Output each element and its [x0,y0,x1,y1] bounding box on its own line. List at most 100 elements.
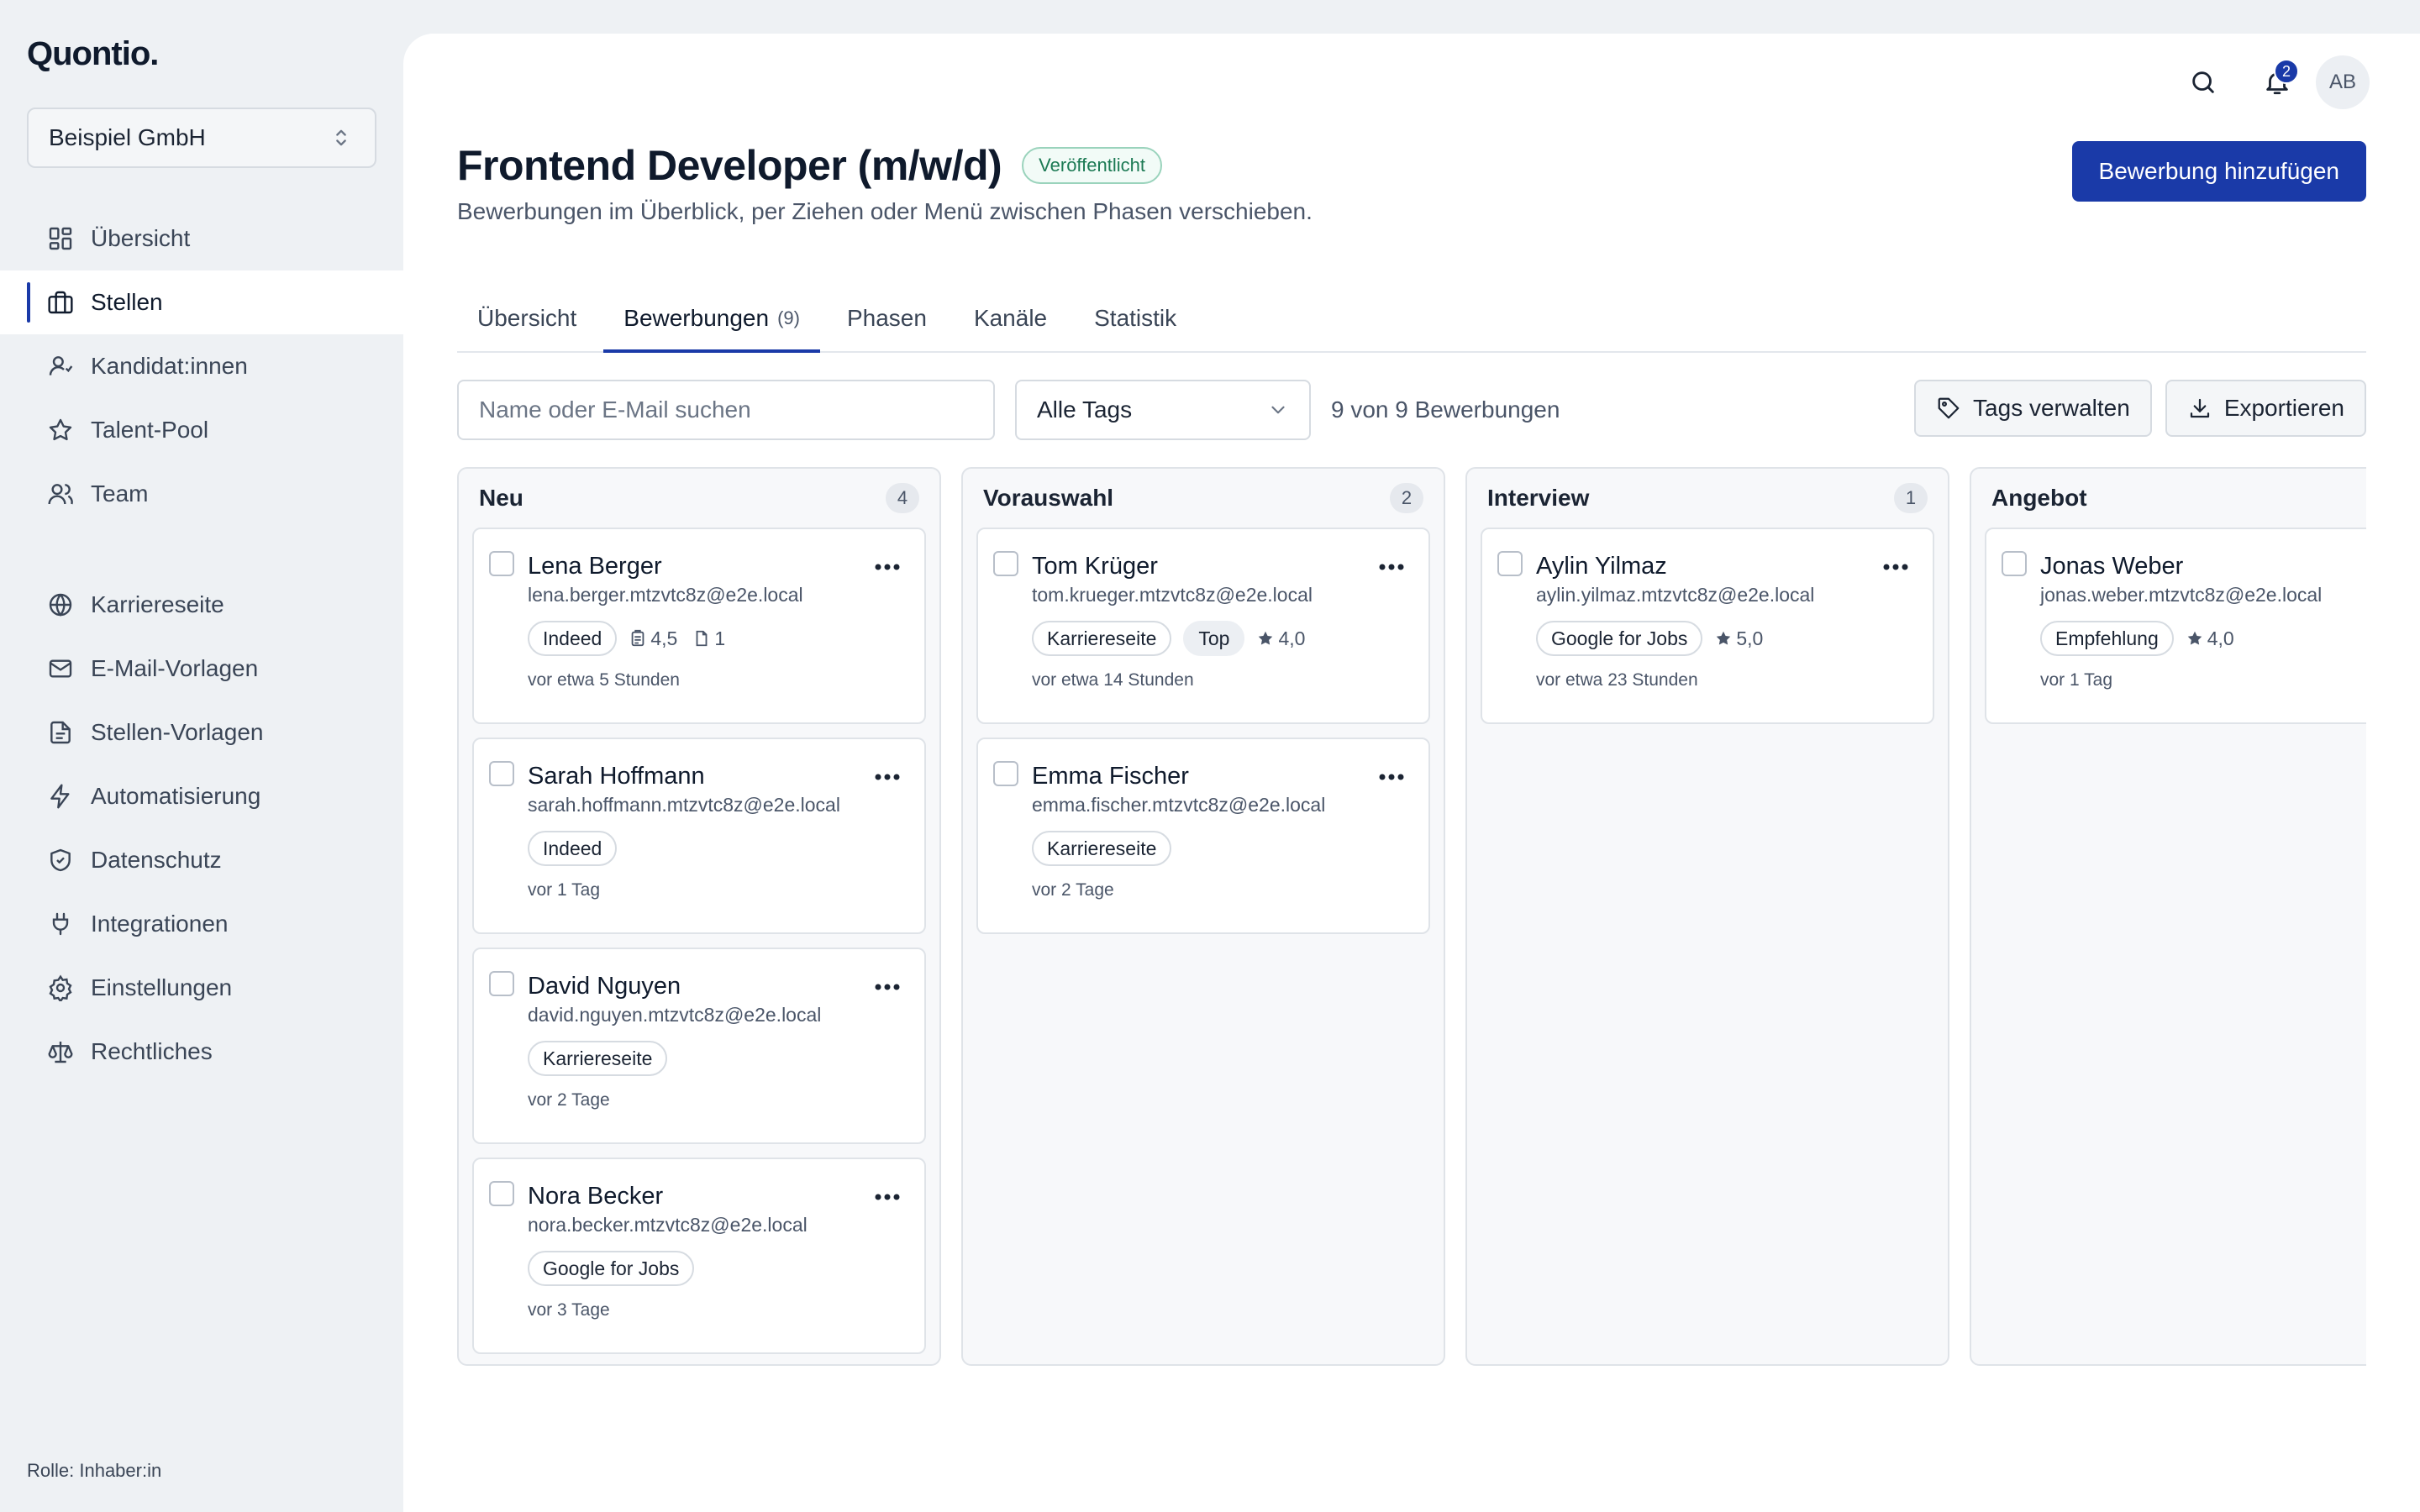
more-options-icon[interactable] [1882,563,1909,571]
column-angebot: Angebot Jonas Weber jonas.weber.mtzvtc8z… [1970,467,2366,1366]
card-meta: Indeed [528,830,904,867]
select-checkbox[interactable] [2002,551,2027,576]
candidate-name: Emma Fischer [1032,763,1189,790]
rating-value: 5,0 [1736,627,1764,649]
star-icon [1259,631,1273,645]
result-count: 9 von 9 Bewerbungen [1331,396,1560,423]
rating-value: 4,0 [1278,627,1306,649]
select-checkbox[interactable] [489,761,514,786]
sidebar-item-label: Automatisierung [91,783,261,809]
card-meta: Karriereseite [528,1040,904,1077]
plug-icon [47,911,91,937]
sidebar-item-label: Übersicht [91,225,191,251]
application-card[interactable]: Jonas Weber jonas.weber.mtzvtc8z@e2e.loc… [1985,528,2366,724]
sidebar-item-integrationen[interactable]: Integrationen [0,892,403,956]
application-card[interactable]: Tom Krüger tom.krueger.mtzvtc8z@e2e.loca… [976,528,1430,724]
tag-filter-select[interactable]: Alle Tags [1015,380,1311,440]
organization-select[interactable]: Beispiel GmbH [27,108,376,168]
more-options-icon[interactable] [1378,773,1405,781]
more-options-icon[interactable] [874,1193,901,1201]
chevron-down-icon [1267,399,1289,421]
toolbar-actions: Tags verwalten Exportieren [1914,380,2366,437]
column-interview: Interview 1 Aylin Yilmaz aylin.yilmaz.mt… [1465,467,1949,1366]
sidebar-item-stellen-vorlagen[interactable]: Stellen-Vorlagen [0,701,403,764]
page-subtitle: Bewerbungen im Überblick, per Ziehen ode… [457,198,1313,224]
card-timestamp: vor 3 Tage [528,1300,610,1320]
card-list: Aylin Yilmaz aylin.yilmaz.mtzvtc8z@e2e.l… [1467,528,1948,724]
more-options-icon[interactable] [1378,563,1405,571]
avatar[interactable]: AB [2316,55,2370,109]
column-title: Interview [1487,485,1590,511]
tab-kanaele[interactable]: Kanäle [954,286,1067,351]
application-card[interactable]: Aylin Yilmaz aylin.yilmaz.mtzvtc8z@e2e.l… [1481,528,1934,724]
star-icon [2187,631,2202,645]
application-card[interactable]: David Nguyen david.nguyen.mtzvtc8z@e2e.l… [472,948,926,1144]
manage-tags-button[interactable]: Tags verwalten [1914,380,2152,437]
card-timestamp: vor etwa 23 Stunden [1536,670,1698,690]
search-input[interactable] [457,380,995,440]
tab-label: Phasen [846,305,927,331]
column-neu: Neu 4 Lena Berger lena.berger.mtzvtc8z@e… [457,467,941,1366]
sidebar-item-stellen[interactable]: Stellen [0,270,403,334]
notifications-button[interactable]: 2 [2250,55,2304,109]
column-header: Vorauswahl 2 [963,469,1444,528]
tab-statistik[interactable]: Statistik [1074,286,1197,351]
sidebar-item-team[interactable]: Team [0,462,403,526]
tab-label: Kanäle [973,305,1048,331]
brand-logo[interactable]: Quontio. [27,35,159,73]
tab-bewerbungen[interactable]: Bewerbungen (9) [603,286,820,353]
column-header: Angebot [1971,469,2366,528]
column-vorauswahl: Vorauswahl 2 Tom Krüger tom.krueger.mtzv… [961,467,1445,1366]
sidebar: Quontio. Beispiel GmbH Übersicht Stellen… [0,0,403,1512]
tab-uebersicht[interactable]: Übersicht [457,286,597,351]
select-checkbox[interactable] [993,761,1018,786]
application-card[interactable]: Lena Berger lena.berger.mtzvtc8z@e2e.loc… [472,528,926,724]
select-checkbox[interactable] [489,1181,514,1206]
candidate-name: Aylin Yilmaz [1536,553,1667,580]
candidate-email: nora.becker.mtzvtc8z@e2e.local [528,1214,808,1236]
select-checkbox[interactable] [1497,551,1523,576]
document-rating-value: 4,5 [650,627,678,649]
export-button[interactable]: Exportieren [2165,380,2366,437]
application-card[interactable]: Nora Becker nora.becker.mtzvtc8z@e2e.loc… [472,1158,926,1354]
file-count-value: 1 [714,627,726,649]
candidate-email: jonas.weber.mtzvtc8z@e2e.local [2040,584,2323,606]
application-card[interactable]: Emma Fischer emma.fischer.mtzvtc8z@e2e.l… [976,738,1430,934]
search-button[interactable] [2176,55,2230,109]
sidebar-item-kandidatinnen[interactable]: Kandidat:innen [0,334,403,398]
dashboard-icon [47,225,91,252]
select-checkbox[interactable] [489,971,514,996]
board-toolbar: Alle Tags 9 von 9 Bewerbungen Tags verwa… [457,380,2366,440]
sidebar-item-datenschutz[interactable]: Datenschutz [0,828,403,892]
sidebar-item-label: Talent-Pool [91,417,209,443]
sidebar-item-automatisierung[interactable]: Automatisierung [0,764,403,828]
tag-icon [1936,396,1973,421]
source-chip: Karriereseite [1032,831,1172,866]
more-options-icon[interactable] [874,983,901,991]
tab-phasen[interactable]: Phasen [827,286,947,351]
document-rating: 4,5 [629,627,677,650]
sidebar-item-karriereseite[interactable]: Karriereseite [0,573,403,637]
star-icon [47,417,91,444]
select-checkbox[interactable] [993,551,1018,576]
more-options-icon[interactable] [874,773,901,781]
sidebar-item-talent-pool[interactable]: Talent-Pool [0,398,403,462]
add-application-button[interactable]: Bewerbung hinzufügen [2071,141,2366,202]
sidebar-item-email-vorlagen[interactable]: E-Mail-Vorlagen [0,637,403,701]
sidebar-item-einstellungen[interactable]: Einstellungen [0,956,403,1020]
card-meta: Google for Jobs 5,0 [1536,620,1912,657]
sidebar-item-rechtliches[interactable]: Rechtliches [0,1020,403,1084]
manage-tags-label: Tags verwalten [1973,395,2130,421]
more-options-icon[interactable] [874,563,901,571]
select-checkbox[interactable] [489,551,514,576]
card-meta: Empfehlung 4,0 [2040,620,2366,657]
card-timestamp: vor 1 Tag [2040,670,2112,690]
shield-icon [47,847,91,874]
file-count: 1 [692,627,725,650]
application-card[interactable]: Sarah Hoffmann sarah.hoffmann.mtzvtc8z@e… [472,738,926,934]
tab-label: Bewerbungen [623,305,770,331]
candidate-name: David Nguyen [528,973,681,1000]
column-count: 1 [1894,483,1928,513]
tag-filter-value: Alle Tags [1037,396,1133,423]
sidebar-item-uebersicht[interactable]: Übersicht [0,207,403,270]
